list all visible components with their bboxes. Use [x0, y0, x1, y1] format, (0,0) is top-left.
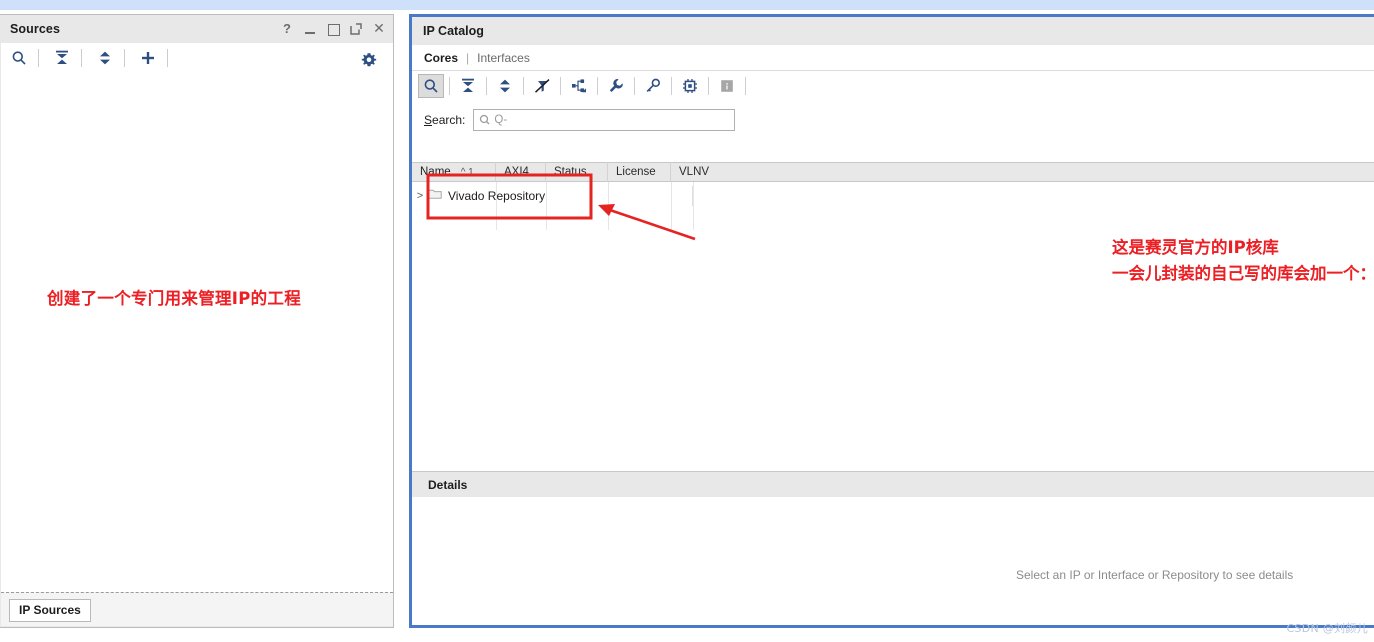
search-row: Search: Q-: [412, 103, 1374, 137]
sources-titlebar-buttons: ? ✕: [281, 15, 385, 43]
toolbar-separator: [38, 49, 39, 67]
details-bar: Details: [412, 471, 1374, 497]
top-blue-band: [0, 0, 1374, 10]
toolbar-separator: [745, 77, 746, 95]
search-icon[interactable]: [418, 74, 444, 98]
sources-body: 创建了一个专门用来管理IP的工程: [1, 73, 393, 610]
toolbar-separator: [486, 77, 487, 95]
table-row[interactable]: > Vivado Repository: [412, 186, 693, 206]
search-input[interactable]: Q-: [473, 109, 736, 131]
search-icon[interactable]: [5, 45, 33, 71]
folder-icon: [428, 187, 442, 205]
ip-chip-icon[interactable]: [677, 74, 703, 98]
chip-icon-glyph: [683, 79, 697, 93]
toolbar-separator: [708, 77, 709, 95]
group-hierarchy-icon-glyph: [571, 79, 586, 93]
column-divider: [693, 182, 694, 230]
column-header-name[interactable]: Name ^ 1: [412, 162, 496, 182]
toolbar-separator: [523, 77, 524, 95]
sources-tabstrip: IP Sources: [1, 592, 393, 626]
toolbar-separator: [124, 49, 125, 67]
settings-wrench-icon[interactable]: [603, 74, 629, 98]
expand-all-icon-glyph: [100, 51, 110, 65]
toolbar-separator: [167, 49, 168, 67]
search-icon-glyph: [12, 51, 26, 65]
collapse-all-icon-glyph: [462, 78, 474, 92]
column-header-status[interactable]: Status: [546, 162, 608, 182]
float-icon[interactable]: [350, 23, 362, 35]
float-icon-glyph: [350, 23, 362, 35]
sources-toolbar: [1, 43, 393, 73]
expander-chevron-right-icon[interactable]: >: [412, 190, 428, 202]
annotation-line-1: 这是赛灵官方的IP核库: [1112, 238, 1279, 257]
subtab-divider: |: [466, 50, 470, 65]
toolbar-separator: [634, 77, 635, 95]
tab-ip-sources[interactable]: IP Sources: [9, 599, 91, 622]
info-icon-glyph: [721, 80, 733, 92]
expand-all-icon[interactable]: [492, 74, 518, 98]
details-title: Details: [428, 477, 468, 492]
info-icon[interactable]: [714, 74, 740, 98]
folder-icon-glyph: [428, 189, 442, 199]
ip-catalog-toolbar: [412, 71, 1374, 101]
toolbar-separator: [81, 49, 82, 67]
column-header-name-label: Name: [420, 166, 451, 178]
toolbar-separator: [671, 77, 672, 95]
hide-disabled-icon-glyph: [534, 79, 550, 93]
settings-gear-icon[interactable]: [355, 47, 383, 73]
ip-catalog-annotation: 这是赛灵官方的IP核库 一会儿封装的自己写的库会加一个：用户库: [1112, 235, 1374, 287]
expand-all-icon-glyph: [500, 79, 510, 93]
sources-titlebar: Sources ? ✕: [0, 15, 393, 43]
column-header-axi4[interactable]: AXI4: [496, 162, 546, 182]
group-hierarchy-icon[interactable]: [566, 74, 592, 98]
collapse-all-icon-glyph: [56, 50, 68, 64]
sources-panel: Sources ? ✕ 创建了一个专门用来管理IP的工程 IP Sources: [0, 14, 394, 628]
details-placeholder-text: Select an IP or Interface or Repository …: [1016, 568, 1294, 582]
search-icon-glyph: [424, 79, 438, 93]
gear-icon-glyph: [361, 53, 377, 67]
toolbar-separator: [597, 77, 598, 95]
search-label: Search:: [424, 113, 466, 127]
hide-disabled-icon[interactable]: [529, 74, 555, 98]
column-header-license[interactable]: License: [608, 162, 671, 182]
ip-table-header: Name ^ 1 AXI4 Status License VLNV: [412, 162, 1374, 182]
sort-indicator-name: ^ 1: [460, 167, 474, 178]
collapse-all-icon[interactable]: [455, 74, 481, 98]
help-icon[interactable]: ?: [281, 22, 293, 35]
sources-annotation-text: 创建了一个专门用来管理IP的工程: [47, 289, 302, 308]
search-placeholder: Q-: [494, 114, 508, 126]
sources-panel-title: Sources: [10, 22, 61, 36]
plus-icon-glyph: [142, 52, 154, 64]
add-sources-icon[interactable]: [134, 45, 162, 71]
ip-catalog-subtabs: Cores | Interfaces: [412, 45, 1374, 71]
toolbar-separator: [449, 77, 450, 95]
ip-catalog-title: IP Catalog: [423, 24, 484, 38]
search-field-icon: [480, 114, 490, 125]
ip-tree-area: > Vivado Repository: [412, 182, 1374, 464]
repository-name: Vivado Repository: [448, 189, 546, 203]
ip-catalog-titlebar: IP Catalog: [412, 17, 1374, 45]
details-body: Select an IP or Interface or Repository …: [412, 497, 1374, 625]
annotation-line-2: 一会儿封装的自己写的库会加一个：用户库: [1112, 264, 1374, 283]
tab-interfaces[interactable]: Interfaces: [477, 51, 530, 65]
maximize-icon[interactable]: [327, 23, 340, 36]
toolbar-separator: [560, 77, 561, 95]
ip-catalog-panel: IP Catalog Cores | Interfaces Search: Q-…: [409, 14, 1374, 628]
watermark: CSDN @刘颜儿: [1286, 622, 1368, 635]
wrench-icon-glyph: [609, 79, 623, 92]
license-key-icon[interactable]: [640, 74, 666, 98]
screenshot-root: Sources ? ✕ 创建了一个专门用来管理IP的工程 IP Sources …: [0, 0, 1374, 642]
minimize-icon[interactable]: [304, 23, 316, 35]
collapse-all-icon[interactable]: [48, 45, 76, 71]
expand-all-icon[interactable]: [91, 45, 119, 71]
close-icon[interactable]: ✕: [373, 21, 385, 35]
key-icon-glyph: [646, 78, 661, 92]
column-header-vlnv[interactable]: VLNV: [671, 162, 721, 182]
tab-cores[interactable]: Cores: [424, 51, 458, 65]
